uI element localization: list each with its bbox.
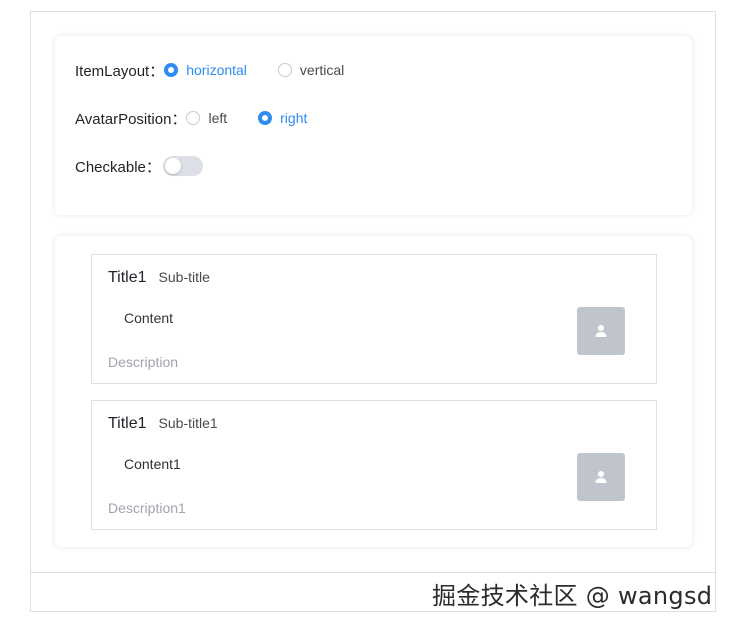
radio-vertical-label: vertical: [299, 62, 345, 78]
list-item-header: Title1 Sub-title: [108, 269, 210, 287]
list-item-header: Title1 Sub-title1: [108, 415, 218, 433]
item-layout-label: ItemLayout：: [75, 62, 165, 80]
radio-left-label: left: [208, 110, 228, 126]
list-item-subtitle: Sub-title: [158, 269, 210, 285]
checkable-switch[interactable]: [162, 156, 203, 176]
list-card: Title1 Sub-title Content Description Tit…: [55, 236, 692, 547]
settings-card: ItemLayout： horizontal vertical AvatarPo…: [55, 36, 692, 215]
list-item-description: Description: [108, 354, 179, 370]
checkable-row: Checkable：: [75, 155, 203, 177]
user-icon: [595, 471, 607, 483]
avatar-position-label: AvatarPosition：: [75, 110, 187, 128]
list-item-subtitle: Sub-title1: [158, 415, 218, 431]
list-item-content: Content: [124, 310, 174, 326]
radio-dot-horizontal[interactable]: [164, 63, 179, 77]
radio-dot-vertical[interactable]: [277, 63, 292, 77]
watermark: 掘金技术社区 @ wangsd: [432, 582, 713, 610]
list-item[interactable]: Title1 Sub-title Content Description: [91, 254, 657, 384]
radio-vertical[interactable]: vertical: [277, 62, 345, 78]
list-item-content: Content1: [124, 456, 181, 472]
radio-dot-left[interactable]: [186, 111, 201, 125]
user-icon: [595, 325, 607, 337]
switch-knob: [164, 158, 181, 174]
radio-horizontal-label: horizontal: [186, 62, 247, 78]
list-item-description: Description1: [108, 500, 186, 516]
radio-right-label: right: [280, 110, 308, 126]
frame-divider: [30, 572, 716, 573]
list-item-title: Title1: [108, 415, 147, 432]
list-item[interactable]: Title1 Sub-title1 Content1 Description1: [91, 400, 657, 530]
item-layout-row: ItemLayout： horizontal vertical: [75, 59, 344, 81]
avatar: [577, 307, 625, 355]
list-item-title: Title1: [108, 269, 147, 286]
radio-horizontal[interactable]: horizontal: [164, 62, 247, 78]
radio-right[interactable]: right: [258, 110, 307, 126]
avatar-position-row: AvatarPosition： left right: [75, 107, 307, 129]
checkable-label: Checkable：: [75, 158, 161, 176]
avatar: [577, 453, 625, 501]
radio-dot-right[interactable]: [258, 111, 273, 125]
radio-left[interactable]: left: [186, 110, 227, 126]
